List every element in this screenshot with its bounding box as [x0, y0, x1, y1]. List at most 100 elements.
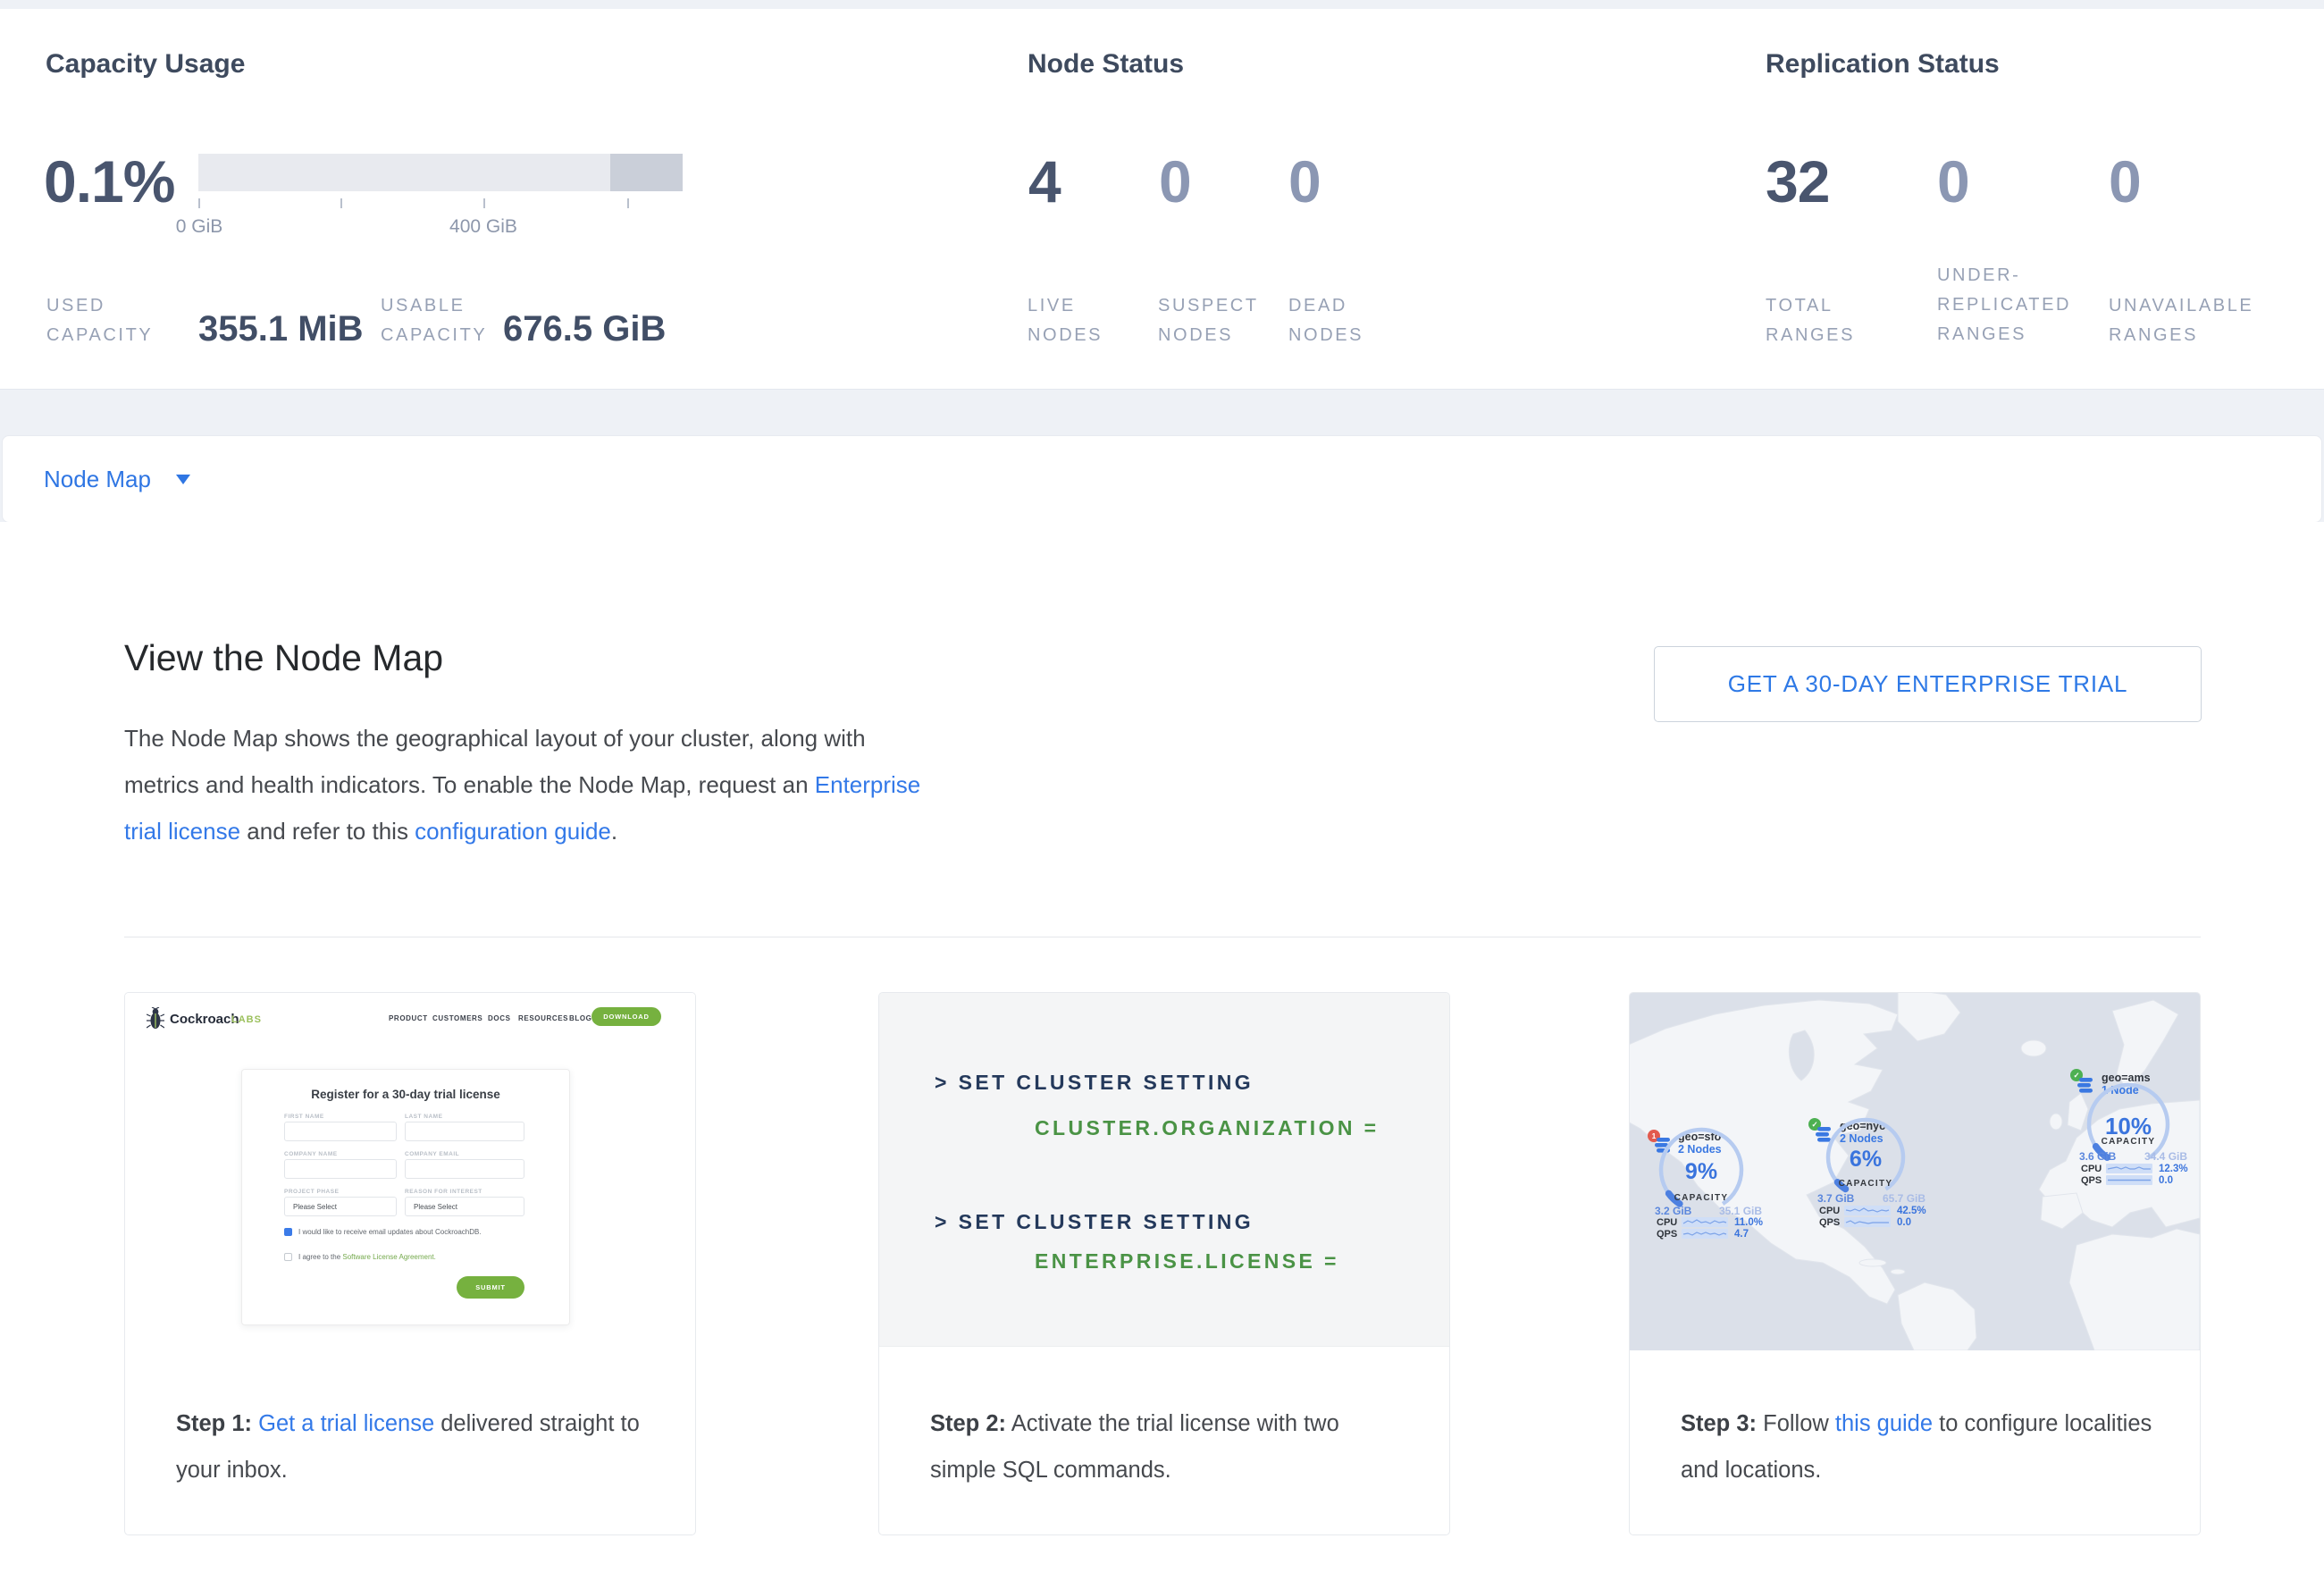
get-enterprise-trial-button[interactable]: GET A 30-DAY ENTERPRISE TRIAL: [1654, 646, 2202, 722]
mini-select-placeholder: Please Select: [293, 1203, 337, 1211]
mini-register-form: Register for a 30-day trial license FIRS…: [241, 1069, 570, 1325]
sql-prompt: >: [935, 1071, 950, 1094]
nyc-qps-value: 0.0: [1897, 1217, 1911, 1228]
capacity-tick: [198, 198, 200, 208]
mini-select-placeholder: Please Select: [414, 1203, 457, 1211]
sfo-cpu-label: CPU: [1657, 1217, 1677, 1228]
node-status-title: Node Status: [1028, 51, 1184, 78]
usable-capacity-value: 676.5 GiB: [503, 311, 666, 347]
step-card-trial-license: Cockroach LABS PRODUCT CUSTOMERS DOCS RE…: [124, 992, 696, 1535]
view-selector-nodemap[interactable]: Node Map: [44, 466, 151, 493]
step-2-label: Step 2:: [930, 1411, 1006, 1436]
cluster-summary-panel: Capacity Usage 0.1% 0 GiB 400 GiB USED C…: [0, 9, 2324, 390]
step-3-label: Step 3:: [1681, 1411, 1757, 1436]
mini-submit-button: SUBMIT: [457, 1276, 524, 1299]
mini-nav-resources: RESOURCES: [518, 1014, 568, 1022]
mini-field-first-name: FIRST NAME: [284, 1114, 324, 1120]
ams-cpu-label: CPU: [2081, 1164, 2102, 1174]
description-text: The Node Map shows the geographical layo…: [124, 725, 866, 798]
chevron-down-icon[interactable]: [176, 475, 190, 484]
dead-nodes-label: DEAD NODES: [1288, 291, 1387, 350]
mini-input-last-name: [405, 1122, 524, 1141]
suspect-nodes-value: 0: [1159, 152, 1191, 211]
description-text: and refer to this: [240, 818, 415, 845]
sql-prompt: >: [935, 1210, 950, 1233]
mini-nav-docs: DOCS: [488, 1014, 511, 1022]
nodemap-description: The Node Map shows the geographical layo…: [124, 715, 946, 854]
nyc-capacity-used: 3.7 GiB: [1817, 1192, 1854, 1205]
world-map: 1 geo=sfo 2 Nodes 9% CAPACITY 3.2 GiB 35…: [1630, 993, 2200, 1350]
mini-nav-blog: BLOG: [569, 1014, 592, 1022]
total-ranges-value: 32: [1766, 152, 1829, 211]
sfo-capacity-label: CAPACITY: [1665, 1193, 1737, 1203]
sql-command-text: SET CLUSTER SETTING: [959, 1210, 1254, 1233]
ams-cpu-value: 12.3%: [2159, 1164, 2188, 1174]
under-replicated-label: UNDER-REPLICATED RANGES: [1937, 261, 2102, 349]
capacity-tick: [627, 198, 629, 208]
mini-checkbox-agree-label: I agree to the Software License Agreemen…: [298, 1253, 436, 1261]
nyc-capacity-percent: 6%: [1830, 1147, 1901, 1173]
mini-license-agreement-link: Software License Agreement.: [342, 1253, 436, 1261]
capacity-tick: [483, 198, 485, 208]
this-guide-link[interactable]: this guide: [1835, 1411, 1933, 1436]
sfo-qps-label: QPS: [1657, 1229, 1677, 1240]
sfo-capacity-used: 3.2 GiB: [1655, 1205, 1691, 1217]
mini-download-button: DOWNLOAD: [591, 1007, 661, 1026]
under-replicated-value: 0: [1937, 152, 1969, 211]
replication-status-title: Replication Status: [1766, 51, 2000, 78]
live-nodes-label: LIVE NODES: [1028, 291, 1112, 350]
ams-qps-label: QPS: [2081, 1175, 2102, 1186]
mini-submit-label: SUBMIT: [475, 1283, 506, 1291]
mini-agree-pre: I agree to the: [298, 1253, 342, 1261]
nyc-qps-sparkline: [1844, 1217, 1891, 1227]
sfo-capacity-total: 35.1 GiB: [1719, 1205, 1762, 1217]
step-card-node-map: 1 geo=sfo 2 Nodes 9% CAPACITY 3.2 GiB 35…: [1629, 992, 2201, 1535]
sfo-cpu-value: 11.0%: [1734, 1217, 1763, 1228]
mini-nav-customers: CUSTOMERS: [432, 1014, 482, 1022]
unavailable-ranges-value: 0: [2109, 152, 2141, 211]
step-3-text: Follow: [1757, 1411, 1835, 1436]
sfo-capacity-percent: 9%: [1665, 1159, 1737, 1185]
nyc-capacity-label: CAPACITY: [1830, 1179, 1901, 1189]
nyc-cpu-value: 42.5%: [1897, 1206, 1926, 1216]
capacity-bar-reserved-segment: [610, 154, 683, 191]
configuration-guide-link[interactable]: configuration guide: [415, 818, 611, 845]
get-trial-license-link[interactable]: Get a trial license: [258, 1411, 434, 1436]
suspect-nodes-label: SUSPECT NODES: [1158, 291, 1274, 350]
ams-capacity-used: 3.6 GiB: [2079, 1150, 2116, 1163]
used-capacity-value: 355.1 MiB: [198, 311, 364, 347]
ams-capacity-label: CAPACITY: [2093, 1137, 2164, 1147]
sql-command-line: > SET CLUSTER SETTING: [935, 1210, 1254, 1234]
sql-snippet: > SET CLUSTER SETTING CLUSTER.ORGANIZATI…: [879, 993, 1449, 1347]
page-title: View the Node Map: [124, 640, 443, 677]
nyc-capacity-total: 65.7 GiB: [1883, 1192, 1925, 1205]
usable-capacity-label: USABLE CAPACITY: [381, 291, 497, 350]
unavailable-ranges-label: UNAVAILABLE RANGES: [2109, 291, 2296, 350]
mini-nav-product: PRODUCT: [389, 1014, 428, 1022]
total-ranges-label: TOTAL RANGES: [1766, 291, 1873, 350]
cockroach-brand-suffix: LABS: [231, 1014, 262, 1025]
mini-select-project-phase: Please Select: [284, 1197, 397, 1216]
mini-input-company-email: [405, 1159, 524, 1179]
step-card-sql-commands: > SET CLUSTER SETTING CLUSTER.ORGANIZATI…: [878, 992, 1450, 1535]
step-2-caption: Step 2: Activate the trial license with …: [930, 1400, 1402, 1493]
mini-field-last-name: LAST NAME: [405, 1114, 442, 1120]
mini-field-reason: REASON FOR INTEREST: [405, 1189, 482, 1195]
view-selector-bar: Node Map: [2, 435, 2322, 523]
mini-select-reason: Please Select: [405, 1197, 524, 1216]
sql-arg-organization: CLUSTER.ORGANIZATION =: [1035, 1116, 1380, 1140]
cockroach-logo-icon: [147, 1007, 164, 1031]
nyc-cpu-sparkline: [1844, 1206, 1891, 1215]
mini-field-company-name: COMPANY NAME: [284, 1151, 338, 1157]
overview-page: Capacity Usage 0.1% 0 GiB 400 GiB USED C…: [0, 0, 2324, 1589]
sfo-qps-sparkline: [1682, 1229, 1728, 1239]
mini-form-title: Register for a 30-day trial license: [242, 1088, 569, 1101]
sql-command-text: SET CLUSTER SETTING: [959, 1071, 1254, 1094]
ams-capacity-total: 34.4 GiB: [2144, 1150, 2187, 1163]
capacity-usage-title: Capacity Usage: [46, 51, 245, 78]
nyc-qps-label: QPS: [1819, 1217, 1840, 1228]
ams-cpu-sparkline: [2106, 1164, 2152, 1173]
mini-input-company-name: [284, 1159, 397, 1179]
capacity-tick-label-0: 0 GiB: [155, 216, 244, 238]
step-1-label: Step 1:: [176, 1411, 252, 1436]
